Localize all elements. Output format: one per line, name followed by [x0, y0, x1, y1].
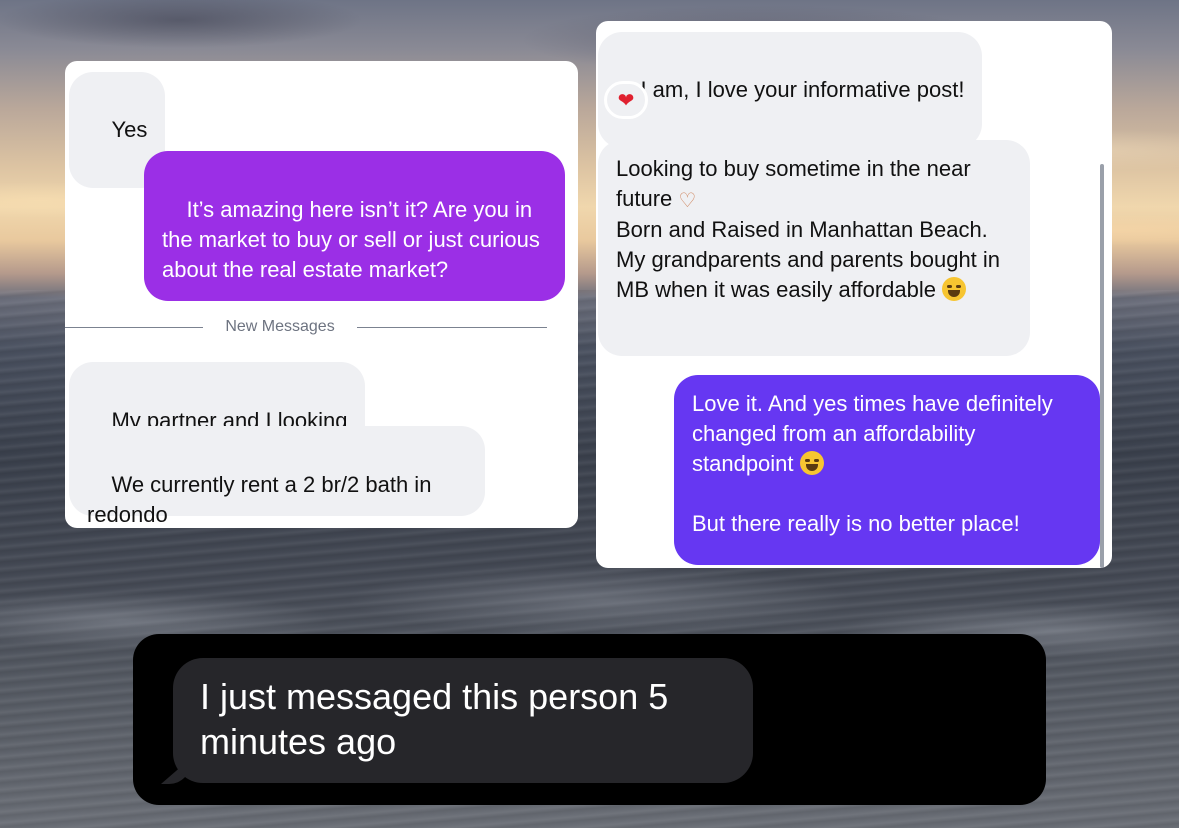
weary-face-emoji-icon	[799, 451, 824, 475]
divider-line	[65, 327, 203, 328]
message-text: But there really is no better place!	[692, 511, 1020, 536]
scrollbar[interactable]	[1100, 164, 1104, 568]
message-text: Looking to buy sometime in the near futu…	[616, 156, 977, 211]
message-bubble-outgoing: Love it. And yes times have definitely c…	[674, 375, 1100, 565]
right-chat-panel: I am, I love your informative post! ❤ Lo…	[596, 21, 1112, 568]
laughing-tears-emoji-icon	[942, 277, 967, 301]
message-bubble-incoming: I am, I love your informative post!	[598, 32, 983, 148]
heart-reaction-icon: ❤	[604, 81, 648, 119]
message-text: I am, I love your informative post!	[640, 77, 965, 102]
message-bubble-incoming: Looking to buy sometime in the near futu…	[598, 140, 1030, 356]
divider-line	[357, 327, 547, 328]
left-chat-panel: Yes It’s amazing here isn’t it? Are you …	[65, 61, 578, 528]
message-bubble-outgoing: It’s amazing here isn’t it? Are you in t…	[144, 151, 565, 301]
message-bubble-incoming: I just messaged this person 5 minutes ag…	[173, 658, 753, 783]
new-messages-divider: New Messages	[65, 319, 578, 335]
divider-label: New Messages	[225, 318, 335, 335]
message-text: Yes	[111, 117, 148, 142]
heart-hands-emoji-icon: ♡	[678, 188, 697, 212]
overlay-message-box: I just messaged this person 5 minutes ag…	[133, 634, 1046, 805]
message-text: It’s amazing here isn’t it? Are you in t…	[162, 197, 546, 282]
message-bubble-incoming: We currently rent a 2 br/2 bath in redon…	[69, 426, 485, 527]
message-text: We currently rent a 2 br/2 bath in redon…	[87, 472, 438, 527]
message-text: Love it. And yes times have definitely c…	[692, 391, 1059, 476]
message-text: I just messaged this person 5 minutes ag…	[200, 676, 669, 762]
